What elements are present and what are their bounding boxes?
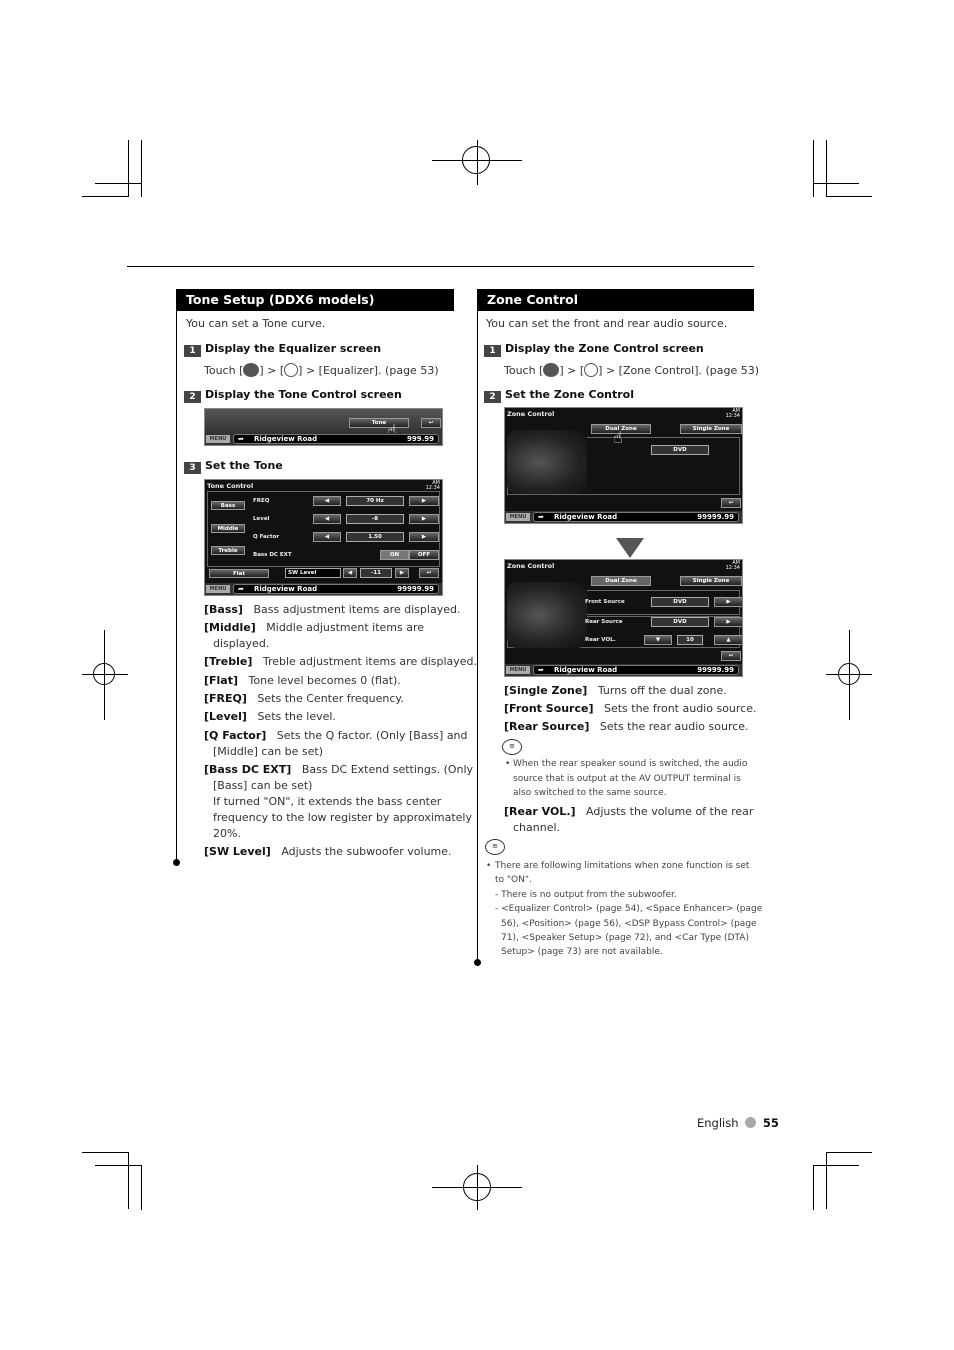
return-button[interactable]: ↩ [721,651,741,661]
car-seats-image [507,430,587,494]
sw-value: -11 [360,568,392,578]
rear-vol-down[interactable]: ▼ [644,635,672,645]
section-title-zone-control: Zone Control [478,289,754,311]
rear-vol-up[interactable]: ▲ [714,635,742,645]
level-up[interactable]: ▶ [409,514,439,524]
tone-button[interactable]: Tone [349,418,409,428]
speaker-icon [584,363,599,377]
note-icon: ≡ [485,839,505,855]
page-number: 55 [762,1116,779,1130]
dual-zone-button[interactable]: Dual Zone [591,576,651,586]
sw-level-field: SW Level [285,568,341,578]
treble-tab[interactable]: Treble [211,546,245,555]
return-button[interactable]: ↩ [421,418,441,428]
intro-text: You can set a Tone curve. [186,317,326,330]
column-end-dot [173,859,180,866]
turn-arrow-icon: ➦ [538,513,544,521]
bullet-dot [745,1117,757,1128]
q-down[interactable]: ◀ [313,532,341,542]
step-1-instructions: Touch [] > [] > [Equalizer]. (page 53) [204,363,439,377]
hand-cursor-icon: ☝ [613,428,623,447]
front-source-value: DVD [651,597,709,607]
zone-control-screen-single: Zone Control AM 12:34 Dual Zone Single Zo… [504,407,743,524]
return-button[interactable]: ↩ [721,498,741,508]
bass-dc-on[interactable]: ON [380,550,409,560]
step-1-instructions: Touch [] > [] > [Zone Control]. (page 53… [504,363,760,377]
rear-vol-value: 10 [677,635,703,645]
single-zone-button[interactable]: Single Zone [680,424,742,434]
speaker-icon [284,363,299,377]
column-rule [176,289,177,863]
step-1-heading: 1 Display the Equalizer screen [184,342,381,357]
flat-button[interactable]: Flat [209,569,269,578]
q-up[interactable]: ▶ [409,532,439,542]
zone-control-screen-dual: Zone Control AM 12:34 Dual Zone Single Zo… [504,559,743,677]
q-value: 1.50 [346,532,404,542]
single-zone-button[interactable]: Single Zone [680,576,742,586]
step-2-heading: 2 Display the Tone Control screen [184,388,402,403]
down-arrow-icon [616,538,644,558]
column-end-dot [474,959,481,966]
level-down[interactable]: ◀ [313,514,341,524]
front-source-next[interactable]: ▶ [714,597,742,607]
tone-screen-partial: Tone ↩ ☝ MENU ➦ Ridgeview Road 999.99 [204,408,443,446]
section-title-tone-setup: Tone Setup (DDX6 models) [177,289,454,311]
turn-arrow-icon: ➦ [238,585,244,593]
turn-arrow-icon: ➦ [238,435,244,443]
bass-dc-off[interactable]: OFF [409,550,439,560]
source-value: DVD [651,445,709,455]
freq-value: 70 Hz [346,496,404,506]
level-value: -8 [346,514,404,524]
car-seats-image [507,582,587,648]
freq-up[interactable]: ▶ [409,496,439,506]
tone-control-screen: Tone Control AM 12:34 Bass Middle Treble … [204,479,443,596]
intro-text: You can set the front and rear audio sou… [486,317,728,330]
sw-down[interactable]: ◀ [343,568,357,578]
step-1-heading: 1 Display the Zone Control screen [484,342,704,357]
rear-source-next[interactable]: ▶ [714,617,742,627]
sw-up[interactable]: ▶ [395,568,409,578]
step-2-heading: 2 Set the Zone Control [484,388,634,403]
return-button[interactable]: ↩ [419,568,439,578]
step-3-heading: 3 Set the Tone [184,459,283,474]
rear-source-value: DVD [651,617,709,627]
page-footer: English 55 [697,1116,779,1130]
freq-down[interactable]: ◀ [313,496,341,506]
back-arrow-icon [543,363,560,377]
middle-tab[interactable]: Middle [211,524,245,533]
turn-arrow-icon: ➦ [538,666,544,674]
note-icon: ≡ [502,739,522,755]
back-arrow-icon [243,363,260,377]
column-rule [477,289,478,963]
bass-tab[interactable]: Bass [211,501,245,510]
top-rule [127,266,754,267]
